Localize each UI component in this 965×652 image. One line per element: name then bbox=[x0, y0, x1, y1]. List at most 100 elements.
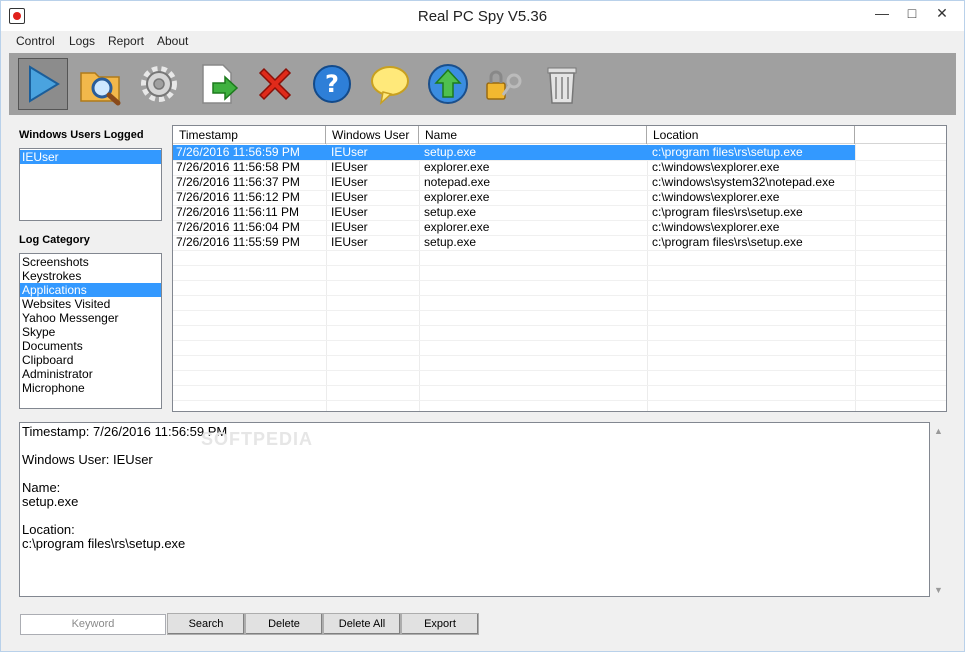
close-button[interactable]: ✕ bbox=[927, 3, 957, 25]
users-label: Windows Users Logged bbox=[19, 129, 144, 141]
export-button[interactable]: Export bbox=[401, 613, 479, 635]
cell-timestamp: 7/26/2016 11:56:11 PM bbox=[176, 205, 299, 219]
table-row[interactable]: 7/26/2016 11:56:37 PM IEUser notepad.exe… bbox=[173, 175, 855, 190]
cell-name: notepad.exe bbox=[424, 175, 491, 189]
cell-timestamp: 7/26/2016 11:56:58 PM bbox=[176, 160, 300, 174]
grid-divider bbox=[173, 280, 946, 281]
cell-user: IEUser bbox=[331, 205, 368, 219]
settings-icon bbox=[141, 66, 177, 102]
grid-divider bbox=[173, 310, 946, 311]
delete-all-button[interactable] bbox=[537, 58, 587, 110]
list-item[interactable]: Websites Visited bbox=[20, 297, 161, 311]
cell-user: IEUser bbox=[331, 175, 368, 189]
grid-divider bbox=[173, 340, 946, 341]
delete-all-footer-button[interactable]: Delete All bbox=[323, 613, 401, 635]
chat-icon bbox=[371, 66, 409, 106]
column-header-name[interactable]: Name bbox=[419, 126, 647, 144]
list-item[interactable]: Documents bbox=[20, 339, 161, 353]
view-logs-button[interactable] bbox=[76, 58, 126, 110]
column-header-location[interactable]: Location bbox=[647, 126, 855, 144]
update-button[interactable] bbox=[423, 58, 473, 110]
list-item[interactable]: Microphone bbox=[20, 381, 161, 395]
list-item[interactable]: Clipboard bbox=[20, 353, 161, 367]
scroll-down-icon[interactable]: ▼ bbox=[934, 585, 943, 595]
table-row[interactable]: 7/26/2016 11:56:04 PM IEUser explorer.ex… bbox=[173, 220, 855, 235]
detail-name-value: setup.exe bbox=[22, 494, 79, 509]
menu-about[interactable]: About bbox=[157, 34, 188, 48]
cell-timestamp: 7/26/2016 11:56:04 PM bbox=[176, 220, 300, 234]
stop-icon bbox=[258, 67, 292, 101]
log-grid[interactable]: Timestamp Windows User Name Location 7/2… bbox=[172, 125, 947, 412]
cell-name: explorer.exe bbox=[424, 160, 490, 174]
export-log-button[interactable] bbox=[193, 58, 243, 110]
export-icon bbox=[202, 64, 239, 104]
stop-button[interactable] bbox=[250, 58, 300, 110]
menu-control[interactable]: Control bbox=[16, 34, 55, 48]
table-row[interactable]: 7/26/2016 11:56:11 PM IEUser setup.exe c… bbox=[173, 205, 855, 220]
cell-name: explorer.exe bbox=[424, 220, 490, 234]
detail-user: Windows User: IEUser bbox=[22, 452, 153, 467]
log-detail-panel[interactable]: Timestamp: 7/26/2016 11:56:59 PM Windows… bbox=[19, 422, 930, 597]
menu-report[interactable]: Report bbox=[108, 34, 144, 48]
list-item[interactable]: Skype bbox=[20, 325, 161, 339]
lock-key-icon bbox=[486, 70, 522, 100]
cell-user: IEUser bbox=[331, 220, 368, 234]
minimize-button[interactable]: — bbox=[867, 3, 897, 25]
list-item[interactable]: IEUser bbox=[20, 150, 161, 164]
cell-user: IEUser bbox=[331, 190, 368, 204]
cell-name: explorer.exe bbox=[424, 190, 490, 204]
log-category-list[interactable]: Screenshots Keystrokes Applications Webs… bbox=[19, 253, 162, 409]
log-category-label: Log Category bbox=[19, 234, 90, 246]
cell-location: c:\windows\system32\notepad.exe bbox=[652, 175, 835, 189]
cell-location: c:\program files\rs\setup.exe bbox=[652, 205, 803, 219]
delete-button[interactable]: Delete bbox=[245, 613, 323, 635]
scroll-up-icon[interactable]: ▲ bbox=[934, 426, 943, 436]
detail-location-value: c:\program files\rs\setup.exe bbox=[22, 536, 186, 551]
cell-name: setup.exe bbox=[424, 145, 477, 159]
list-item[interactable]: Screenshots bbox=[20, 255, 161, 269]
detail-name-label: Name: bbox=[22, 480, 61, 495]
list-item[interactable]: Yahoo Messenger bbox=[20, 311, 161, 325]
users-list[interactable]: IEUser bbox=[19, 148, 162, 221]
settings-button[interactable] bbox=[134, 58, 184, 110]
cell-location: c:\program files\rs\setup.exe bbox=[652, 235, 803, 249]
keyword-input[interactable]: Keyword bbox=[20, 614, 166, 635]
main-window: Real PC Spy V5.36 — □ ✕ Control Logs Rep… bbox=[0, 0, 965, 652]
menu-logs[interactable]: Logs bbox=[69, 34, 95, 48]
maximize-button[interactable]: □ bbox=[897, 3, 927, 25]
cell-user: IEUser bbox=[331, 160, 368, 174]
grid-divider bbox=[173, 385, 946, 386]
list-item[interactable]: Administrator bbox=[20, 367, 161, 381]
grid-divider bbox=[173, 265, 946, 266]
grid-divider bbox=[173, 295, 946, 296]
help-button[interactable]: ? bbox=[307, 58, 357, 110]
cell-name: setup.exe bbox=[424, 235, 477, 249]
cell-timestamp: 7/26/2016 11:56:59 PM bbox=[176, 145, 300, 159]
cell-location: c:\windows\explorer.exe bbox=[652, 220, 780, 234]
table-row[interactable]: 7/26/2016 11:56:58 PM IEUser explorer.ex… bbox=[173, 160, 855, 175]
search-button[interactable]: Search bbox=[167, 613, 245, 635]
column-header-timestamp[interactable]: Timestamp bbox=[173, 126, 326, 144]
password-button[interactable] bbox=[479, 58, 529, 110]
grid-divider bbox=[173, 250, 946, 251]
table-row[interactable]: 7/26/2016 11:56:59 PM IEUser setup.exe c… bbox=[173, 145, 855, 160]
cell-location: c:\program files\rs\setup.exe bbox=[652, 145, 803, 159]
start-button[interactable] bbox=[18, 58, 68, 110]
list-item[interactable]: Applications bbox=[20, 283, 161, 297]
cell-user: IEUser bbox=[331, 145, 368, 159]
window-title: Real PC Spy V5.36 bbox=[417, 8, 548, 25]
cell-location: c:\windows\explorer.exe bbox=[652, 190, 780, 204]
table-row[interactable]: 7/26/2016 11:55:59 PM IEUser setup.exe c… bbox=[173, 235, 855, 250]
table-row[interactable]: 7/26/2016 11:56:12 PM IEUser explorer.ex… bbox=[173, 190, 855, 205]
cell-timestamp: 7/26/2016 11:56:37 PM bbox=[176, 175, 300, 189]
cell-location: c:\windows\explorer.exe bbox=[652, 160, 780, 174]
update-icon bbox=[428, 64, 468, 104]
list-item[interactable]: Keystrokes bbox=[20, 269, 161, 283]
svg-text:?: ? bbox=[325, 70, 339, 98]
cell-timestamp: 7/26/2016 11:55:59 PM bbox=[176, 235, 300, 249]
message-button[interactable] bbox=[365, 58, 415, 110]
column-header-user[interactable]: Windows User bbox=[326, 126, 419, 144]
cell-name: setup.exe bbox=[424, 205, 477, 219]
toolbar: ? bbox=[9, 53, 956, 115]
detail-location-label: Location: bbox=[22, 522, 75, 537]
